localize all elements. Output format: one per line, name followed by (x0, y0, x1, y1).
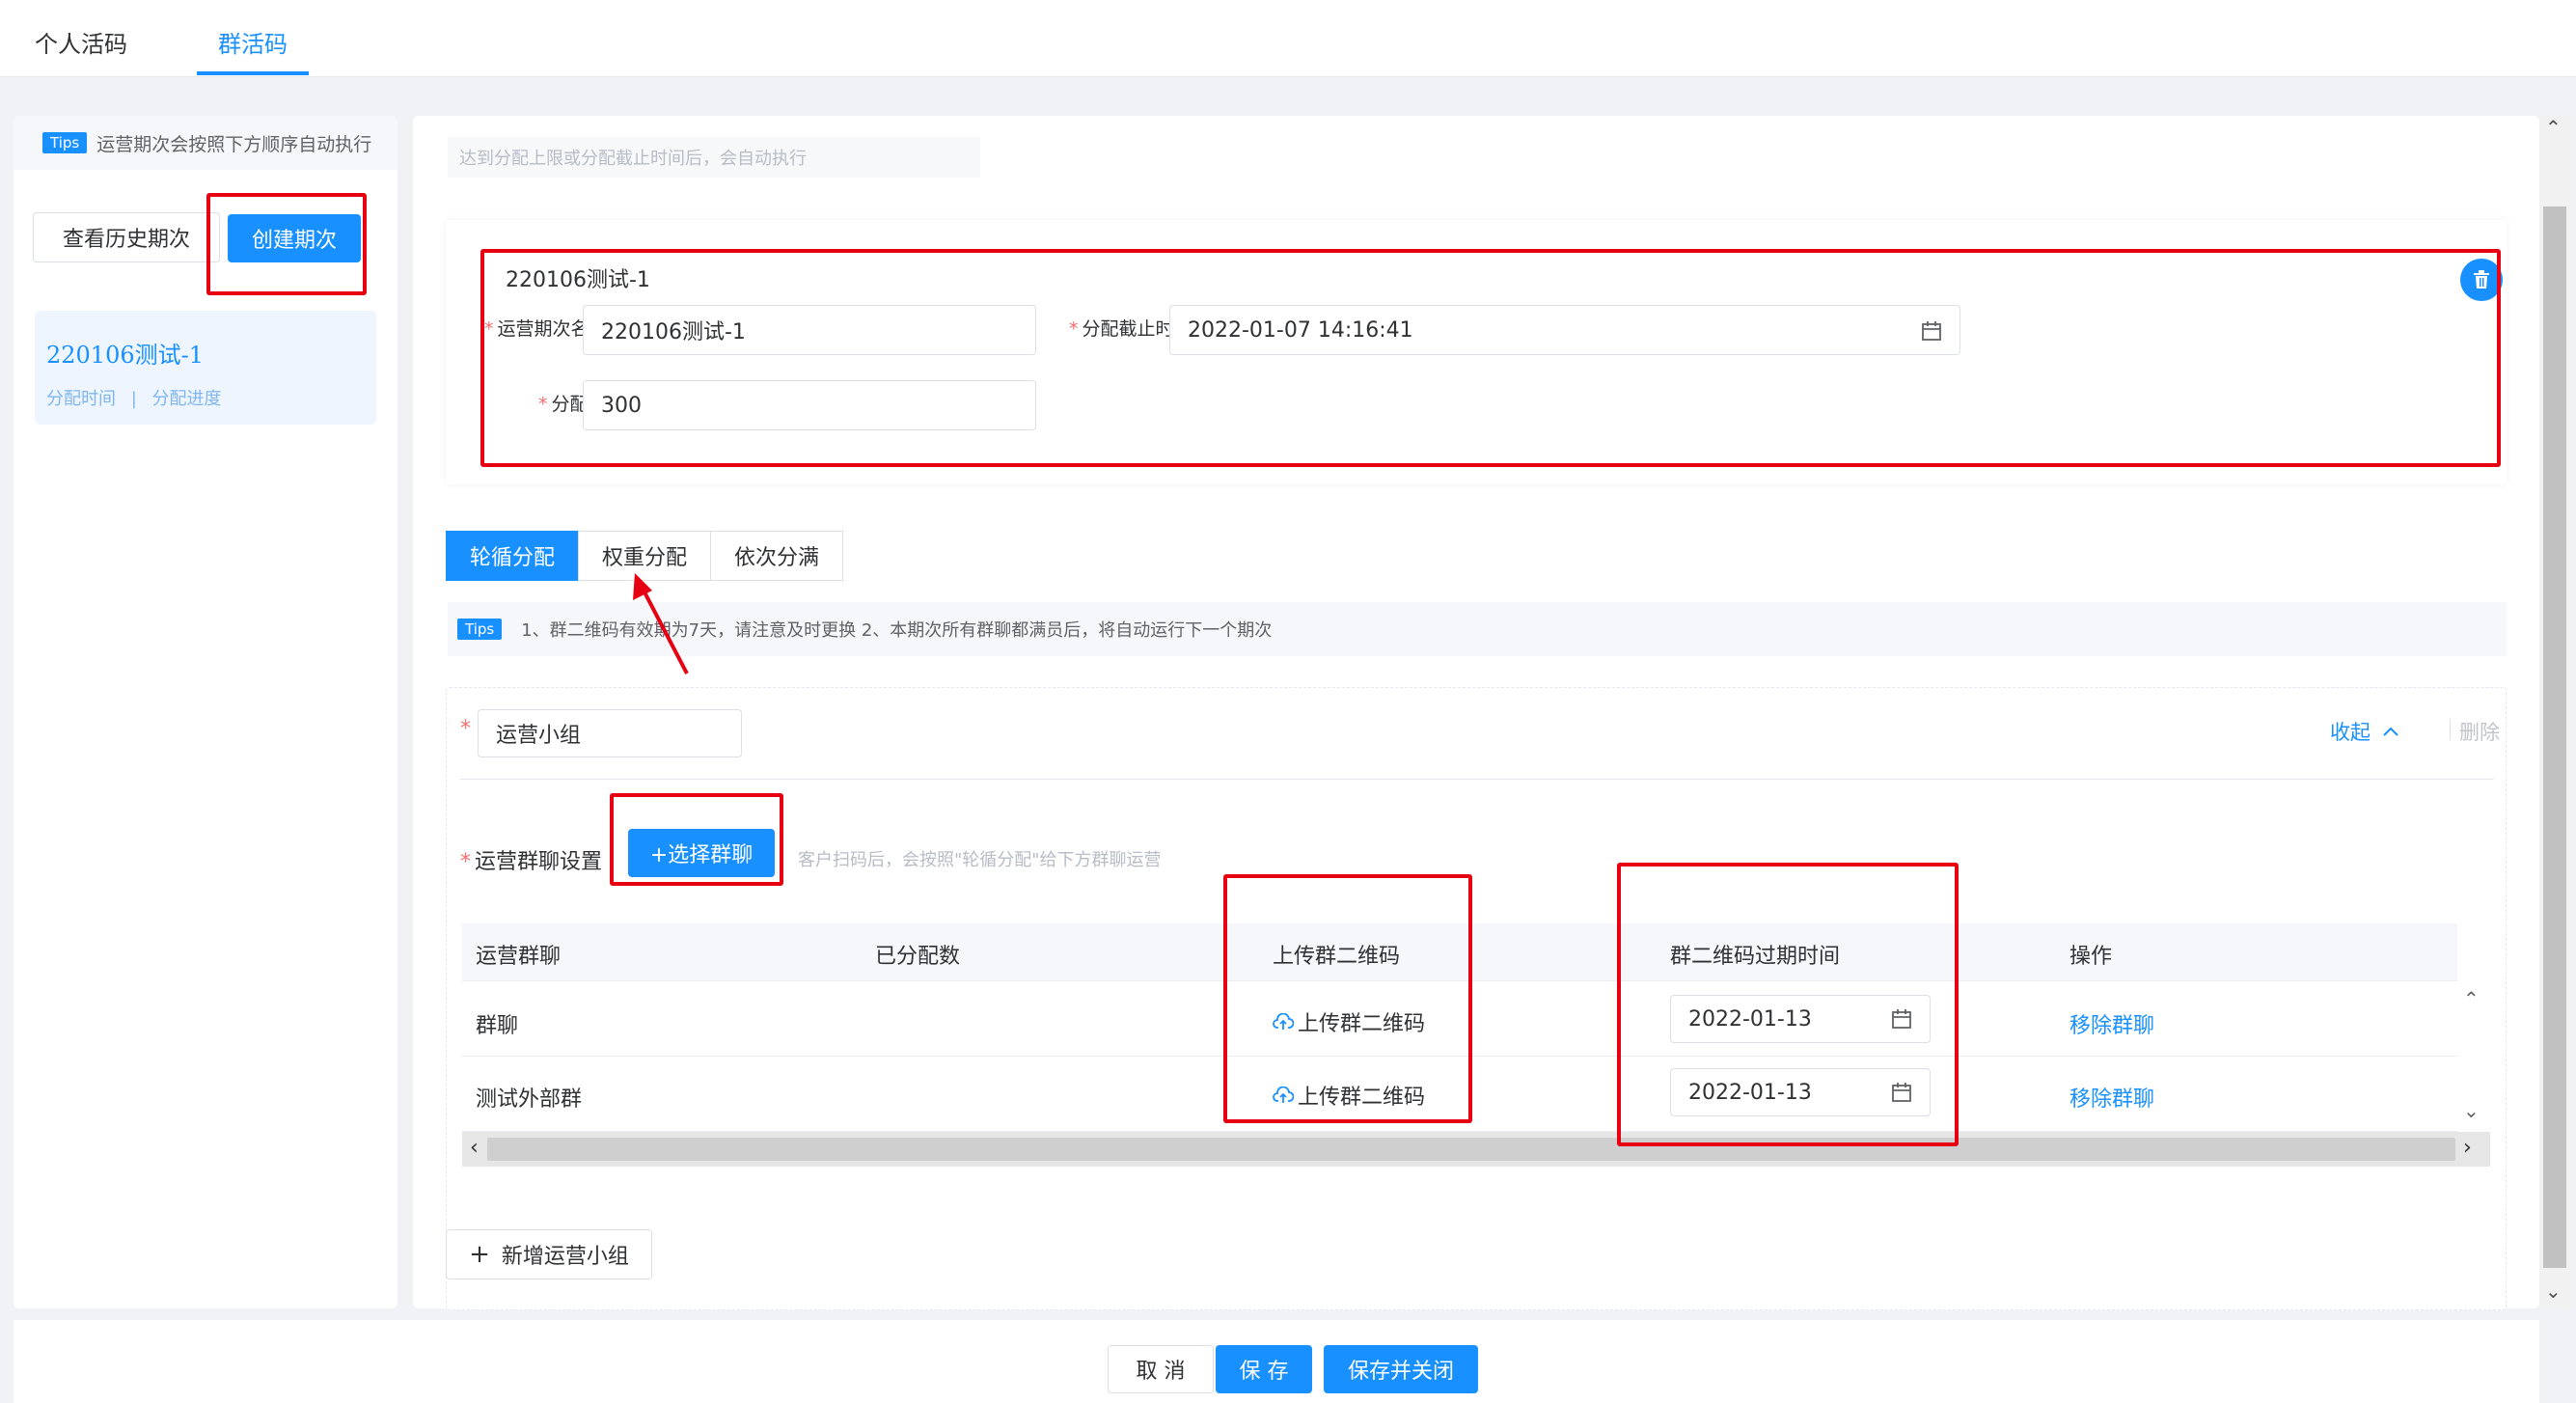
cell-chat: 测试外部群 (476, 1087, 583, 1112)
cancel-button[interactable]: 取 消 (1108, 1345, 1214, 1393)
upload-qr-label: 上传群二维码 (1298, 1086, 1426, 1110)
footer-bar: 取 消 保 存 保存并关闭 (14, 1320, 2539, 1403)
collapse-label: 收起 (2330, 721, 2370, 744)
table-vertical-scrollbar[interactable]: ⌃ ⌄ (2457, 981, 2490, 1132)
create-period-button[interactable]: 创建期次 (228, 214, 361, 262)
expire-date-value: 2022-01-13 (1688, 1080, 1812, 1105)
scrollbar-thumb[interactable] (487, 1138, 2455, 1161)
cloud-upload-icon (1273, 1087, 1294, 1103)
operation-group-card: * 运营小组 收起 删除 * 运营群聊设置 +选择群聊 客户扫码后，会按照"轮循分… (446, 687, 2507, 1310)
tips-badge: Tips (42, 132, 88, 153)
table-row: 群聊 上传群二维码 2022-01-13 移除群聊 (462, 981, 2457, 1057)
deadline-value: 2022-01-07 14:16:41 (1188, 317, 1413, 343)
delete-period-button[interactable] (2460, 259, 2503, 301)
expire-date-value: 2022-01-13 (1688, 1006, 1812, 1032)
chevron-right-icon[interactable]: › (2463, 1136, 2472, 1160)
calendar-icon[interactable] (1891, 1008, 1912, 1030)
required-mark: * (460, 717, 471, 741)
save-and-close-button[interactable]: 保存并关闭 (1324, 1345, 1478, 1393)
cloud-upload-icon (1273, 1013, 1294, 1030)
limit-input[interactable]: 300 (583, 380, 1036, 430)
period-card[interactable]: 220106测试-1 分配时间 | 分配进度 (35, 311, 376, 425)
period-meta-time: 分配时间 (46, 389, 116, 409)
group-name-input[interactable]: 运营小组 (478, 709, 742, 757)
chevron-up-icon[interactable]: ⌃ (2463, 987, 2480, 1010)
chat-setting-label-text: 运营群聊设置 (475, 850, 603, 874)
view-history-button[interactable]: 查看历史期次 (33, 212, 220, 262)
collapse-button[interactable]: 收起 (2330, 717, 2399, 746)
period-name-input[interactable]: 220106测试-1 (583, 305, 1036, 355)
period-card-meta: 分配时间 | 分配进度 (46, 385, 365, 410)
tab-group-code[interactable]: 群活码 (218, 25, 288, 59)
chevron-left-icon[interactable]: ‹ (470, 1136, 479, 1160)
save-button[interactable]: 保 存 (1216, 1345, 1312, 1393)
select-group-chat-button[interactable]: +选择群聊 (628, 829, 775, 877)
divider (460, 779, 2494, 780)
chevron-up-icon (2383, 727, 2398, 736)
period-list-panel: Tips 运营期次会按照下方顺序自动执行 查看历史期次 创建期次 220106测… (14, 116, 397, 1308)
period-form-card: 220106测试-1 *运营期次名称 220106测试-1 *分配截止时间 ? … (446, 220, 2507, 484)
tab-personal-code[interactable]: 个人活码 (35, 25, 127, 59)
add-group-button[interactable]: + 新增运营小组 (446, 1229, 652, 1279)
remove-chat-link[interactable]: 移除群聊 (2069, 1008, 2154, 1039)
table-horizontal-scrollbar[interactable]: ‹ › (462, 1132, 2490, 1167)
table-row: 测试外部群 上传群二维码 2022-01-13 移除群聊 (462, 1057, 2457, 1132)
period-form-title: 220106测试-1 (506, 268, 650, 292)
required-mark: * (1069, 318, 1079, 340)
upload-qr-button[interactable]: 上传群二维码 (1273, 1006, 1425, 1037)
tips-badge: Tips (457, 619, 503, 640)
tab-fill-sequential[interactable]: 依次分满 (710, 531, 844, 581)
expire-date-input[interactable]: 2022-01-13 (1670, 1068, 1931, 1116)
th-expire: 群二维码过期时间 (1670, 945, 1841, 969)
tab-round-robin[interactable]: 轮循分配 (446, 531, 580, 581)
calendar-icon[interactable] (1891, 1082, 1912, 1103)
active-tab-indicator (197, 71, 309, 75)
th-action: 操作 (2069, 945, 2113, 969)
page-scrollbar[interactable]: ⌃ ⌄ (2539, 116, 2570, 1308)
required-mark: * (484, 318, 494, 340)
th-upload: 上传群二维码 (1273, 945, 1401, 969)
required-mark: * (460, 850, 471, 874)
period-detail-panel: 达到分配上限或分配截止时间后，会自动执行 220106测试-1 * 运营期次名称 … (413, 116, 2539, 1310)
top-tab-bar: 个人活码 群活码 (0, 0, 2576, 77)
deadline-input[interactable]: 2022-01-07 14:16:41 (1169, 305, 1960, 355)
upload-qr-label: 上传群二维码 (1298, 1012, 1426, 1036)
chevron-up-icon[interactable]: ⌃ (2545, 116, 2562, 139)
add-group-label: 新增运营小组 (501, 1245, 629, 1269)
period-meta-progress: 分配进度 (151, 389, 222, 409)
left-tips-bar: Tips 运营期次会按照下方顺序自动执行 (14, 116, 397, 170)
period-meta-separator: | (130, 389, 137, 409)
delete-group-button[interactable]: 删除 (2459, 717, 2500, 746)
scrollbar-thumb[interactable] (2543, 206, 2566, 1268)
annotation-arrow (633, 573, 689, 674)
trash-icon (2474, 270, 2489, 289)
upload-qr-button[interactable]: 上传群二维码 (1273, 1080, 1425, 1111)
plus-icon: + (469, 1240, 490, 1269)
chat-hint: 客户扫码后，会按照"轮循分配"给下方群聊运营 (798, 850, 1162, 870)
th-assigned: 已分配数 (875, 945, 961, 969)
divider (2450, 719, 2451, 740)
tips-text: 运营期次会按照下方顺序自动执行 (96, 133, 372, 155)
strategy-tips: Tips 1、群二维码有效期为7天，请注意及时更换 2、本期次所有群聊都满员后，… (448, 602, 2507, 656)
table-header: 运营群聊 已分配数 上传群二维码 群二维码过期时间 操作 (462, 923, 2457, 981)
expire-date-input[interactable]: 2022-01-13 (1670, 995, 1931, 1043)
period-card-title: 220106测试-1 (46, 342, 204, 369)
cell-chat: 群聊 (476, 1014, 519, 1038)
remove-chat-link[interactable]: 移除群聊 (2069, 1082, 2154, 1113)
th-chat: 运营群聊 (476, 945, 562, 969)
chevron-down-icon[interactable]: ⌄ (2463, 1099, 2480, 1122)
calendar-icon[interactable] (1921, 320, 1942, 342)
auto-execute-hint: 达到分配上限或分配截止时间后，会自动执行 (448, 137, 980, 178)
required-mark: * (538, 394, 548, 415)
chevron-down-icon[interactable]: ⌄ (2545, 1279, 2562, 1303)
group-chat-table: 运营群聊 已分配数 上传群二维码 群二维码过期时间 操作 群聊 上传群二维码 2… (462, 923, 2490, 1169)
chat-setting-label: * 运营群聊设置 (460, 844, 602, 875)
